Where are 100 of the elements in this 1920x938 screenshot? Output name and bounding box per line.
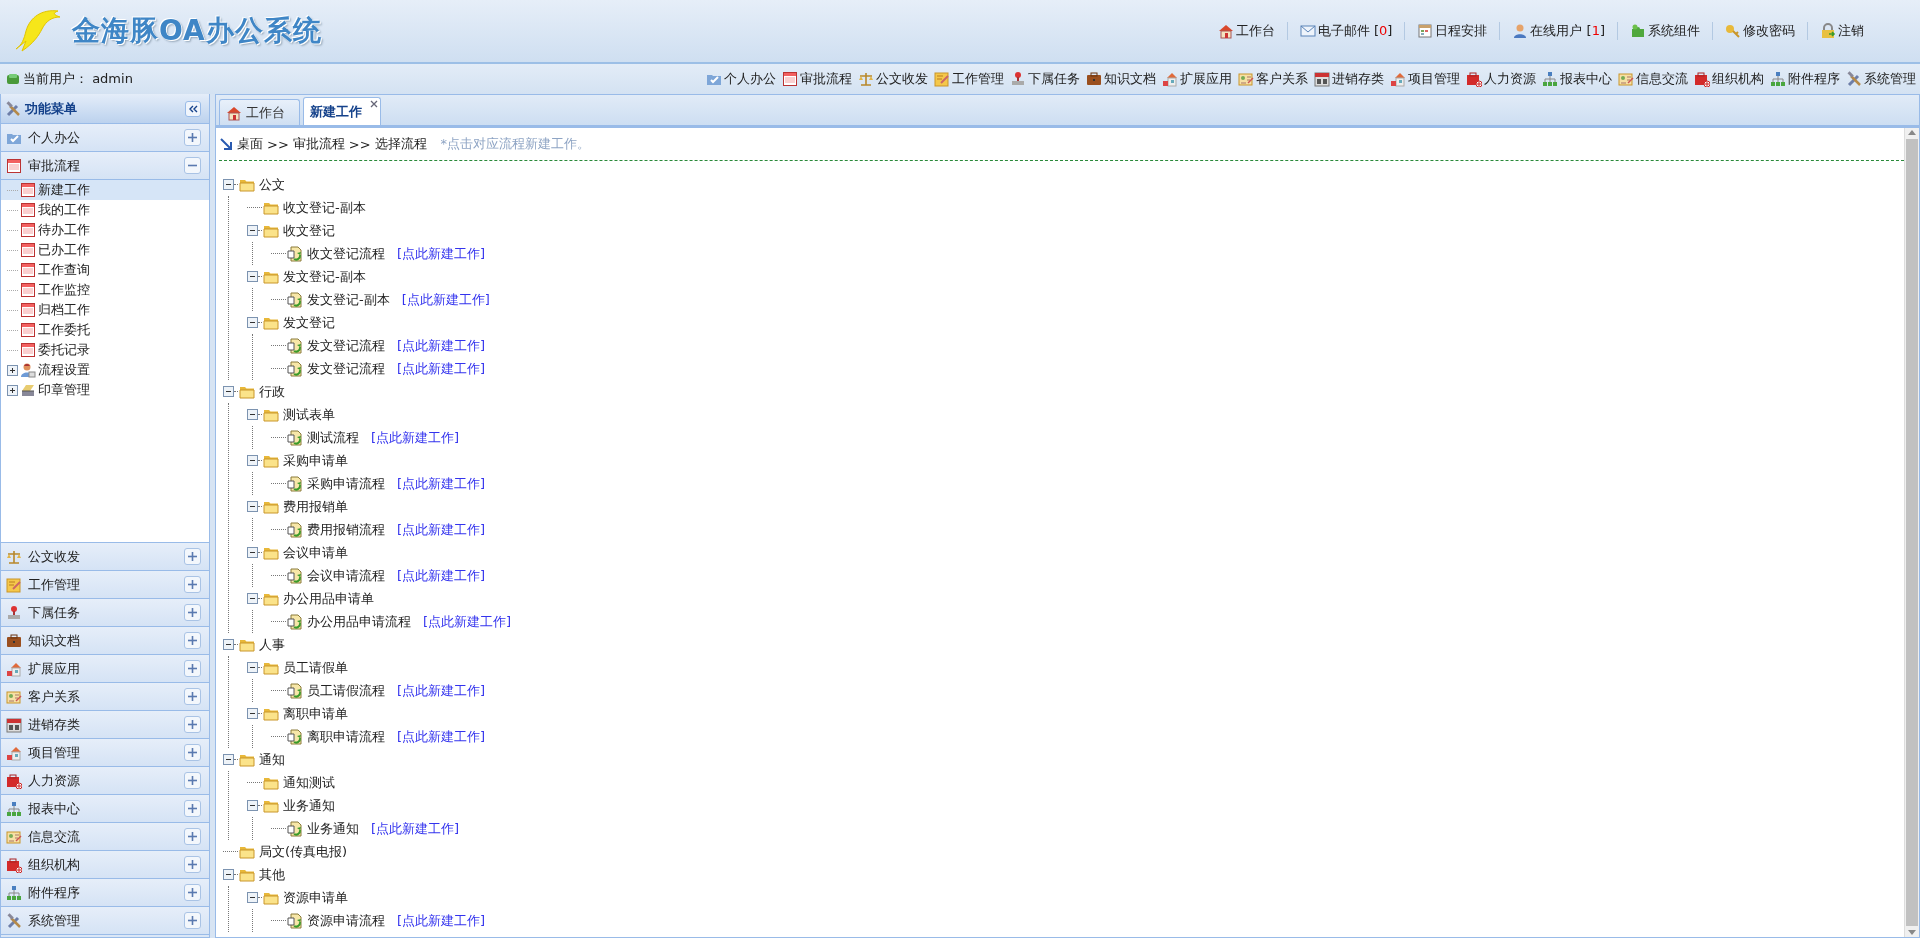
collapse-icon[interactable] (223, 386, 234, 397)
expand-button[interactable] (184, 129, 201, 146)
module-link[interactable]: 客户关系 (1238, 70, 1308, 88)
menu-section[interactable]: 客户关系 (1, 683, 209, 711)
menu-section[interactable]: 工作管理 (1, 571, 209, 599)
folder-name[interactable]: 员工请假单 (283, 658, 348, 677)
workflow-name[interactable]: 发文登记流程 (307, 336, 385, 355)
module-link[interactable]: 信息交流 (1618, 70, 1688, 88)
collapse-button[interactable] (185, 100, 201, 117)
module-link[interactable]: 个人办公 (706, 70, 776, 88)
module-link[interactable]: 进销存类 (1314, 70, 1384, 88)
menu-item[interactable]: 待办工作 (1, 220, 209, 240)
menu-section[interactable]: 知识文档 (1, 627, 209, 655)
folder-name[interactable]: 发文登记 (283, 313, 335, 332)
module-link[interactable]: 附件程序 (1770, 70, 1840, 88)
module-link[interactable]: 扩展应用 (1162, 70, 1232, 88)
folder-name[interactable]: 测试表单 (283, 405, 335, 424)
module-link[interactable]: 审批流程 (782, 70, 852, 88)
menu-section[interactable]: 进销存类 (1, 711, 209, 739)
new-work-link[interactable]: [点此新建工作] (397, 566, 486, 585)
menu-item[interactable]: 工作查询 (1, 260, 209, 280)
collapse-icon[interactable] (247, 593, 258, 604)
expand-icon[interactable] (7, 384, 18, 396)
workflow-name[interactable]: 收文登记流程 (307, 244, 385, 263)
folder-name[interactable]: 费用报销单 (283, 497, 348, 516)
collapse-icon[interactable] (247, 225, 258, 236)
collapse-icon[interactable] (247, 455, 258, 466)
collapse-icon[interactable] (247, 662, 258, 673)
folder-name[interactable]: 会议申请单 (283, 543, 348, 562)
folder-name[interactable]: 收文登记-副本 (283, 198, 366, 217)
expand-button[interactable] (184, 632, 201, 649)
module-link[interactable]: 人力资源 (1466, 70, 1536, 88)
folder-name[interactable]: 资源申请单 (283, 888, 348, 907)
collapse-icon[interactable] (223, 639, 234, 650)
new-work-link[interactable]: [点此新建工作] (397, 244, 486, 263)
expand-button[interactable] (184, 716, 201, 733)
workflow-name[interactable]: 办公用品申请流程 (307, 612, 411, 631)
collapse-icon[interactable] (247, 501, 258, 512)
module-link[interactable]: 组织机构 (1694, 70, 1764, 88)
expand-button[interactable] (184, 800, 201, 817)
module-link[interactable]: 工作管理 (934, 70, 1004, 88)
header-link[interactable]: 日程安排 (1404, 22, 1500, 40)
menu-section[interactable]: 附件程序 (1, 879, 209, 907)
menu-item[interactable]: 已办工作 (1, 240, 209, 260)
expand-button[interactable] (184, 688, 201, 705)
expand-button[interactable] (184, 604, 201, 621)
module-link[interactable]: 知识文档 (1086, 70, 1156, 88)
breadcrumb-item[interactable]: 桌面 (237, 135, 263, 153)
expand-button[interactable] (184, 772, 201, 789)
folder-name[interactable]: 业务通知 (283, 796, 335, 815)
collapse-icon[interactable] (247, 271, 258, 282)
new-work-link[interactable]: [点此新建工作] (397, 336, 486, 355)
folder-name[interactable]: 行政 (259, 382, 285, 401)
expand-button[interactable] (184, 576, 201, 593)
menu-item[interactable]: 工作监控 (1, 280, 209, 300)
folder-name[interactable]: 局文(传真电报) (259, 842, 348, 861)
collapse-icon[interactable] (247, 547, 258, 558)
menu-section[interactable]: 项目管理 (1, 739, 209, 767)
scrollbar[interactable] (1904, 128, 1919, 937)
new-work-link[interactable]: [点此新建工作] (397, 681, 486, 700)
collapse-icon[interactable] (247, 800, 258, 811)
breadcrumb-item[interactable]: 审批流程 (292, 135, 345, 153)
workflow-name[interactable]: 会议申请流程 (307, 566, 385, 585)
menu-section[interactable]: 信息交流 (1, 823, 209, 851)
menu-section[interactable]: 公文收发 (1, 543, 209, 571)
workflow-name[interactable]: 测试流程 (307, 428, 359, 447)
folder-name[interactable]: 办公用品申请单 (283, 589, 374, 608)
menu-section[interactable]: 审批流程 (1, 152, 209, 180)
collapse-icon[interactable] (223, 754, 234, 765)
expand-button[interactable] (184, 856, 201, 873)
menu-section[interactable]: 系统管理 (1, 907, 209, 935)
new-work-link[interactable]: [点此新建工作] (423, 612, 512, 631)
workflow-name[interactable]: 发文登记-副本 (307, 290, 390, 309)
menu-item[interactable]: 新建工作 (1, 180, 209, 200)
collapse-icon[interactable] (247, 708, 258, 719)
folder-name[interactable]: 离职申请单 (283, 704, 348, 723)
collapse-icon[interactable] (223, 179, 234, 190)
workflow-name[interactable]: 采购申请流程 (307, 474, 385, 493)
expand-button[interactable] (184, 548, 201, 565)
new-work-link[interactable]: [点此新建工作] (397, 520, 486, 539)
menu-section[interactable]: 报表中心 (1, 795, 209, 823)
new-work-link[interactable]: [点此新建工作] (397, 359, 486, 378)
new-work-link[interactable]: [点此新建工作] (397, 474, 486, 493)
folder-name[interactable]: 发文登记-副本 (283, 267, 366, 286)
workflow-name[interactable]: 费用报销流程 (307, 520, 385, 539)
folder-name[interactable]: 采购申请单 (283, 451, 348, 470)
collapse-icon[interactable] (247, 409, 258, 420)
header-link[interactable]: 修改密码 (1712, 22, 1807, 40)
menu-item[interactable]: 流程设置 (1, 360, 209, 380)
folder-name[interactable]: 公文 (259, 175, 285, 194)
folder-name[interactable]: 收文登记 (283, 221, 335, 240)
new-work-link[interactable]: [点此新建工作] (397, 911, 486, 930)
collapse-icon[interactable] (223, 869, 234, 880)
menu-item[interactable]: 委托记录 (1, 340, 209, 360)
expand-button[interactable] (184, 884, 201, 901)
menu-item[interactable]: 工作委托 (1, 320, 209, 340)
workflow-name[interactable]: 离职申请流程 (307, 727, 385, 746)
collapse-button[interactable] (184, 157, 201, 174)
expand-button[interactable] (184, 660, 201, 677)
folder-name[interactable]: 通知 (259, 750, 285, 769)
